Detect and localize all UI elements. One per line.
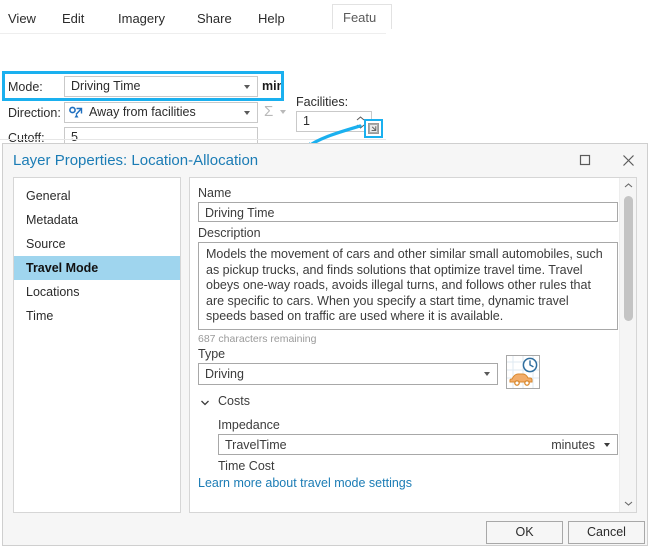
chevron-down-icon[interactable] [200,397,210,407]
facilities-value: 1 [303,114,310,128]
type-value: Driving [205,367,244,381]
mode-unit-label: min [262,79,284,93]
panel-scrollbar[interactable] [619,178,636,512]
sidebar-item-metadata[interactable]: Metadata [14,208,180,232]
characters-remaining-text: 687 characters remaining [198,333,316,345]
direction-value: Away from facilities [89,105,196,119]
ribbon-right-background [386,0,650,143]
cancel-button[interactable]: Cancel [568,521,645,544]
type-dropdown[interactable]: Driving [198,363,498,385]
dialog-launcher-button[interactable] [368,123,379,134]
chevron-down-icon[interactable] [604,443,610,447]
scrollbar-thumb[interactable] [624,196,633,321]
impedance-label: Impedance [218,418,280,432]
impedance-value: TravelTime [225,438,287,452]
maximize-button[interactable] [570,148,600,172]
dialog-title: Layer Properties: Location-Allocation [13,152,258,169]
direction-dropdown[interactable]: Away from facilities [64,102,258,123]
chevron-down-icon[interactable] [280,110,286,114]
mode-dropdown[interactable]: Driving Time [64,76,258,97]
facilities-stepper[interactable]: 1 [296,111,372,132]
time-cost-label: Time Cost [218,459,275,473]
ribbon-divider [0,139,386,140]
ribbon: View Edit Imagery Share Help Featu Mode:… [0,0,386,140]
menu-item-edit[interactable]: Edit [62,11,84,26]
direction-label: Direction: [8,106,61,120]
menu-item-view[interactable]: View [8,11,36,26]
sidebar-item-general[interactable]: General [14,184,180,208]
impedance-units-label: minutes [551,438,595,452]
cutoff-value: 5 [71,130,78,144]
dialog-titlebar: Layer Properties: Location-Allocation [3,144,647,177]
scroll-down-icon[interactable] [620,496,636,512]
chevron-down-icon [484,372,490,376]
impedance-dropdown[interactable]: TravelTime minutes [218,434,618,455]
mode-value: Driving Time [71,79,140,93]
name-input[interactable]: Driving Time [198,202,618,222]
layer-properties-dialog: Layer Properties: Location-Allocation Ge… [2,143,648,546]
travel-mode-panel: Name Driving Time Description Models the… [189,177,637,513]
contextual-tab-features[interactable]: Featu [332,4,392,29]
facilities-label: Facilities: [296,95,348,109]
menu-item-help[interactable]: Help [258,11,285,26]
ribbon-travel-settings-group: Mode: Driving Time min Direction: Away f… [0,33,386,141]
close-button[interactable] [613,148,643,172]
ok-button[interactable]: OK [486,521,563,544]
menu-item-share[interactable]: Share [197,11,232,26]
costs-section-label[interactable]: Costs [218,394,250,408]
description-textarea[interactable]: Models the movement of cars and other si… [198,242,618,330]
menu-item-imagery[interactable]: Imagery [118,11,165,26]
sigma-icon[interactable]: Σ [264,102,273,122]
sidebar-item-time[interactable]: Time [14,304,180,328]
scroll-up-icon[interactable] [620,178,636,194]
sidebar-item-travel-mode[interactable]: Travel Mode [14,256,180,280]
mode-label: Mode: [8,80,43,94]
type-label: Type [198,347,225,361]
away-from-facilities-icon [69,106,84,120]
sidebar-item-source[interactable]: Source [14,232,180,256]
description-label: Description [198,226,261,240]
dialog-launcher-highlight [364,119,383,138]
chevron-down-icon [244,111,250,115]
name-label: Name [198,186,231,200]
dialog-nav-list: General Metadata Source Travel Mode Loca… [13,177,181,513]
chevron-down-icon [244,85,250,89]
learn-more-link[interactable]: Learn more about travel mode settings [198,476,412,490]
menu-bar: View Edit Imagery Share Help Featu [0,0,386,33]
sidebar-item-locations[interactable]: Locations [14,280,180,304]
driving-time-icon [506,355,540,389]
